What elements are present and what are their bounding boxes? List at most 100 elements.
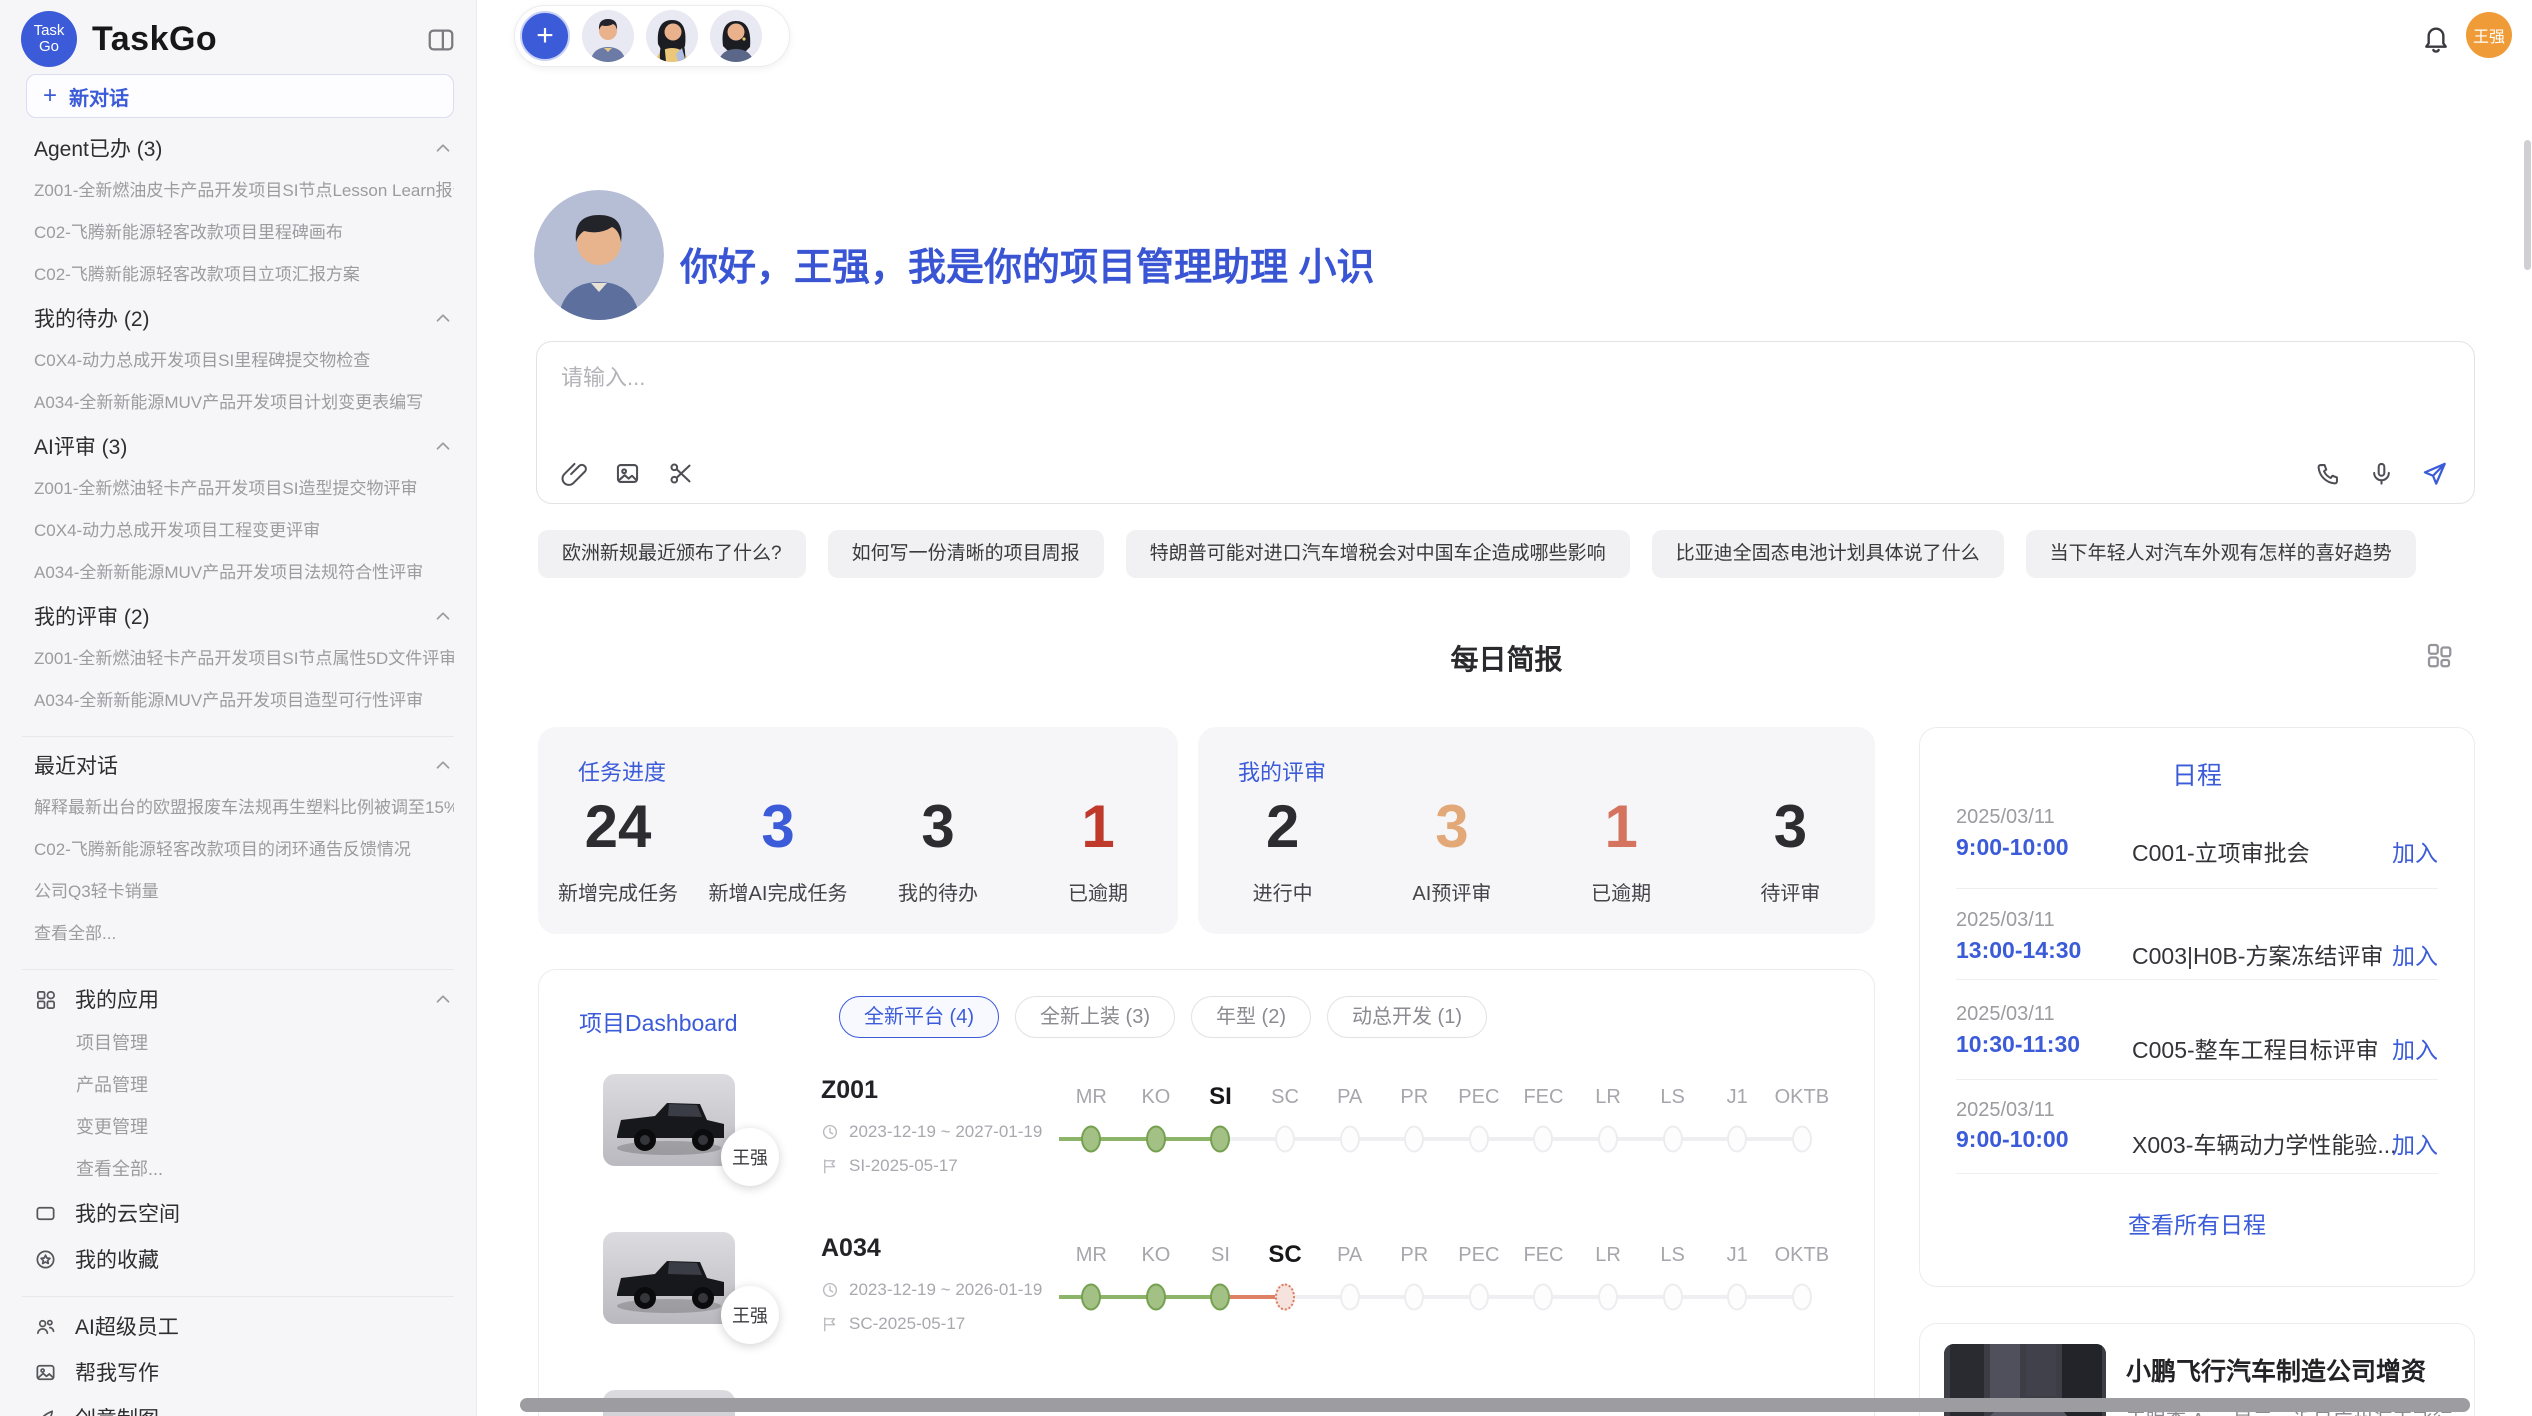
join-link[interactable]: 加入 <box>2392 834 2438 868</box>
project-flag: SI-2025-05-17 <box>821 1156 958 1176</box>
project-row-z001[interactable]: 王强 Z001 2023-12-19 ~ 2027-01-19 SI-2025-… <box>539 1066 1874 1216</box>
section-agent-done[interactable]: Agent已办 (3) <box>34 126 454 170</box>
flag-milestone: SI-2025-05-17 <box>849 1156 958 1176</box>
image-icon[interactable] <box>614 460 641 487</box>
grid-layout-icon[interactable] <box>2424 640 2454 670</box>
join-link[interactable]: 加入 <box>2392 1126 2438 1160</box>
scissors-icon[interactable] <box>667 460 694 487</box>
stat-label: 已逾期 <box>1537 877 1706 906</box>
schedule-time: 9:00-10:00 <box>1956 1126 2069 1153</box>
daily-brief-title: 每日简报 <box>538 638 2475 678</box>
phone-icon[interactable] <box>2315 460 2342 487</box>
mic-icon[interactable] <box>2368 460 2395 487</box>
sidebar-item-cloud-space[interactable]: 我的云空间 <box>34 1190 454 1236</box>
horizontal-scrollbar[interactable] <box>520 1398 2470 1412</box>
schedule-date: 2025/03/11 <box>1956 1099 2055 1122</box>
recent-chat-item[interactable]: 解释最新出台的欧盟报废车法规再生塑料比例被调至15%... <box>34 787 454 829</box>
chevron-up-icon[interactable] <box>432 605 454 627</box>
message-input[interactable] <box>561 360 2061 440</box>
suggestion-chip[interactable]: 当下年轻人对汽车外观有怎样的喜好趋势 <box>2026 530 2416 578</box>
project-flag: SC-2025-05-17 <box>821 1314 965 1334</box>
app-logo: Task Go <box>21 11 77 67</box>
project-vehicle-image <box>603 1232 735 1324</box>
milestone-node <box>1640 1282 1705 1312</box>
app-link-project-mgmt[interactable]: 项目管理 <box>34 1022 454 1064</box>
suggestion-chip[interactable]: 特朗普可能对进口汽车增税会对中国车企造成哪些影响 <box>1126 530 1630 578</box>
milestone-node <box>1640 1124 1705 1154</box>
list-item[interactable]: Z001-全新燃油轻卡产品开发项目SI节点属性5D文件评审 <box>34 638 454 680</box>
vertical-scrollbar[interactable] <box>2524 140 2531 270</box>
recent-chat-item[interactable]: 公司Q3轻卡销量 <box>34 871 454 913</box>
section-recent-chats[interactable]: 最近对话 <box>34 743 454 787</box>
date-range: 2023-12-19 ~ 2027-01-19 <box>849 1122 1042 1142</box>
section-my-review[interactable]: 我的评审 (2) <box>34 594 454 638</box>
tab-model-year[interactable]: 年型 (2) <box>1191 996 1311 1038</box>
chevron-up-icon[interactable] <box>432 137 454 159</box>
milestone-label: MR <box>1059 1238 1124 1272</box>
app-link-change-mgmt[interactable]: 变更管理 <box>34 1106 454 1148</box>
list-item[interactable]: Z001-全新燃油轻卡产品开发项目SI造型提交物评审 <box>34 468 454 510</box>
project-row-a034[interactable]: 王强 A034 2023-12-19 ~ 2026-01-19 SC-2025-… <box>539 1224 1874 1374</box>
sidebar-item-favorites[interactable]: 我的收藏 <box>34 1236 454 1282</box>
chevron-up-icon[interactable] <box>432 435 454 457</box>
add-agent-button[interactable]: + <box>520 11 570 61</box>
recent-chat-item[interactable]: C02-飞腾新能源轻客改款项目的闭环通告反馈情况 <box>34 829 454 871</box>
section-ai-review[interactable]: AI评审 (3) <box>34 424 454 468</box>
milestone-node <box>1317 1282 1382 1312</box>
milestone-label: PEC <box>1447 1238 1512 1272</box>
list-item[interactable]: A034-全新新能源MUV产品开发项目法规符合性评审 <box>34 552 454 594</box>
view-all-schedule-link[interactable]: 查看所有日程 <box>1920 1206 2474 1240</box>
clock-icon <box>821 1281 839 1299</box>
milestone-label-current: SI <box>1188 1080 1253 1114</box>
list-item[interactable]: A034-全新新能源MUV产品开发项目造型可行性评审 <box>34 680 454 722</box>
list-item[interactable]: Z001-全新燃油皮卡产品开发项目SI节点Lesson Learn报告 <box>34 170 454 212</box>
stat-value: 3 <box>858 795 1018 859</box>
app-link-view-all[interactable]: 查看全部... <box>34 1148 454 1190</box>
user-avatar[interactable]: 王强 <box>2466 12 2512 58</box>
schedule-time: 13:00-14:30 <box>1956 937 2081 964</box>
chevron-up-icon[interactable] <box>432 754 454 776</box>
recent-view-all[interactable]: 查看全部... <box>34 913 454 955</box>
send-icon[interactable] <box>2421 460 2448 487</box>
list-item[interactable]: C02-飞腾新能源轻客改款项目里程碑画布 <box>34 212 454 254</box>
sidebar-collapse-icon[interactable] <box>426 25 456 55</box>
user-name: 王强 <box>2473 23 2505 47</box>
milestone-node-done <box>1188 1282 1253 1312</box>
chevron-up-icon[interactable] <box>432 988 454 1010</box>
suggestion-chip[interactable]: 欧洲新规最近颁布了什么? <box>538 530 806 578</box>
list-item[interactable]: C0X4-动力总成开发项目工程变更评审 <box>34 510 454 552</box>
suggestion-chip[interactable]: 比亚迪全固态电池计划具体说了什么 <box>1652 530 2004 578</box>
paperclip-icon[interactable] <box>561 460 588 487</box>
agent-avatar-3[interactable] <box>710 10 762 62</box>
list-item[interactable]: C0X4-动力总成开发项目SI里程碑提交物检查 <box>34 340 454 382</box>
list-item[interactable]: A034-全新新能源MUV产品开发项目计划变更表编写 <box>34 382 454 424</box>
agent-avatar-2[interactable] <box>646 10 698 62</box>
suggestion-chip[interactable]: 如何写一份清晰的项目周报 <box>828 530 1104 578</box>
tab-new-body[interactable]: 全新上装 (3) <box>1015 996 1175 1038</box>
sidebar-item-creative-draw[interactable]: 创意制图 <box>34 1395 454 1416</box>
tab-powertrain[interactable]: 动总开发 (1) <box>1327 996 1487 1038</box>
agent-avatar-1[interactable] <box>582 10 634 62</box>
divider <box>1956 888 2438 889</box>
logo-line2: Go <box>39 39 59 55</box>
app-link-product-mgmt[interactable]: 产品管理 <box>34 1064 454 1106</box>
chevron-up-icon[interactable] <box>432 307 454 329</box>
join-link[interactable]: 加入 <box>2392 1031 2438 1065</box>
section-label: 我的评审 (2) <box>34 601 150 631</box>
project-dates: 2023-12-19 ~ 2027-01-19 <box>821 1122 1042 1142</box>
join-link[interactable]: 加入 <box>2392 937 2438 971</box>
tab-all-new-platform[interactable]: 全新平台 (4) <box>839 996 999 1038</box>
milestone-label: J1 <box>1705 1238 1770 1272</box>
milestone-timeline: MR KO SI SC PA PR PEC FEC LR LS J1 OKTB <box>1059 1080 1835 1154</box>
sidebar-item-ai-employee[interactable]: AI超级员工 <box>34 1303 454 1349</box>
new-chat-button[interactable]: + 新对话 <box>26 74 454 118</box>
list-item[interactable]: C02-飞腾新能源轻客改款项目立项汇报方案 <box>34 254 454 296</box>
bell-icon[interactable] <box>2420 22 2452 54</box>
section-my-todo[interactable]: 我的待办 (2) <box>34 296 454 340</box>
sidebar-item-help-write[interactable]: 帮我写作 <box>34 1349 454 1395</box>
milestone-node <box>1770 1124 1835 1154</box>
sidebar-item-my-apps[interactable]: 我的应用 <box>34 976 454 1022</box>
stat-value: 2 <box>1198 795 1367 859</box>
milestone-node-done <box>1124 1282 1189 1312</box>
composer <box>536 341 2475 504</box>
